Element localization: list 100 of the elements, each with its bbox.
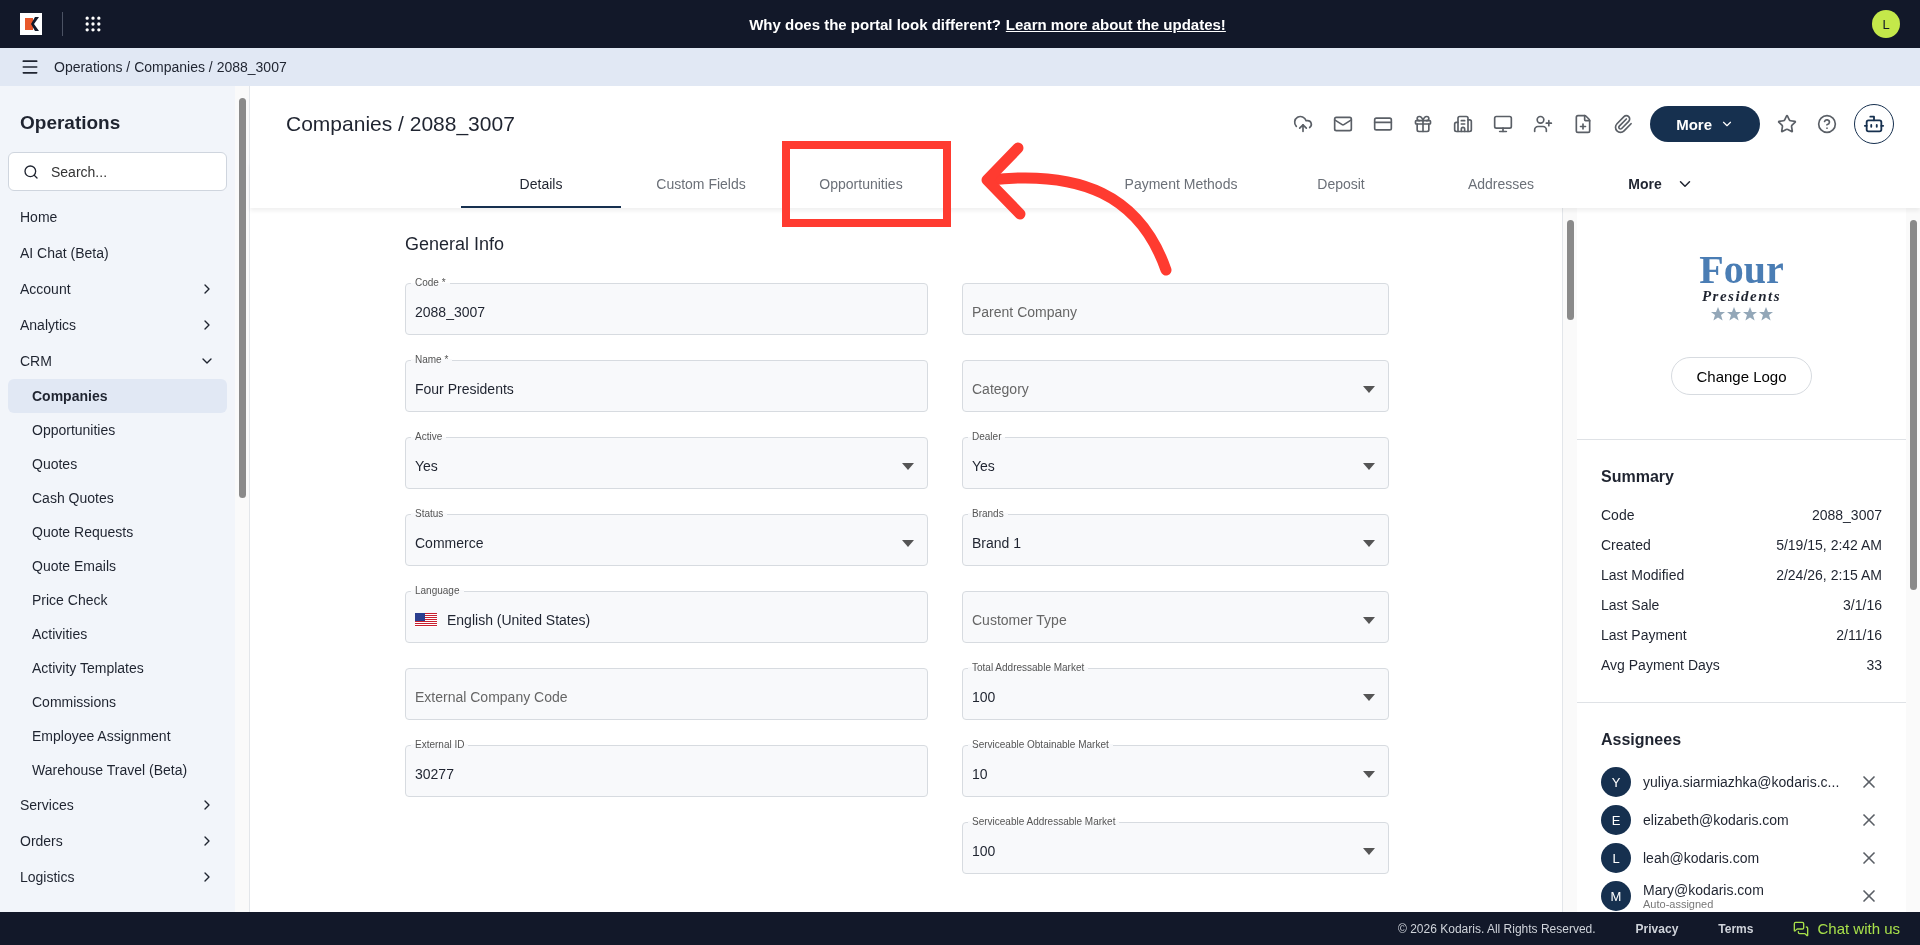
sidebar-subitem[interactable]: Cash Quotes — [8, 481, 227, 515]
more-button[interactable]: More — [1650, 106, 1760, 142]
select-field[interactable]: Customer Type — [962, 584, 1389, 643]
scrollbar[interactable] — [238, 98, 246, 498]
search-field[interactable]: Search... — [8, 152, 227, 191]
select-field[interactable]: Serviceable Obtainable Market 10 — [962, 738, 1389, 797]
announcement-link[interactable]: Learn more about the updates! — [1005, 15, 1226, 33]
input-field[interactable]: External Company Code — [405, 661, 928, 720]
assignee-email: elizabeth@kodaris.com — [1643, 812, 1790, 828]
sidebar-subitem[interactable]: Activity Templates — [8, 651, 227, 685]
select-field[interactable]: Active Yes — [405, 430, 928, 489]
section-title: Assignees — [1601, 731, 1683, 749]
summary-label: Code — [1601, 507, 1635, 523]
summary-label: Last Modified — [1601, 567, 1685, 583]
footer-link[interactable]: Privacy — [1635, 921, 1679, 936]
tab[interactable]: Custom Fields — [621, 162, 781, 208]
select-field[interactable]: Language English (United States) — [405, 584, 928, 643]
field-label: Serviceable Addressable Market — [968, 816, 1120, 827]
copyright-text: © 2026 Kodaris. All Rights Reserved. — [1398, 921, 1596, 936]
sidebar-subitem[interactable]: Commissions — [8, 685, 227, 719]
dropdown-caret-icon — [902, 462, 914, 470]
input-field[interactable]: Code * 2088_3007 — [405, 276, 928, 335]
search-icon — [23, 163, 39, 180]
section-title: Summary — [1601, 468, 1675, 486]
sidebar-subitem[interactable]: Warehouse Travel (Beta) — [8, 753, 227, 787]
logo-text: Four — [1699, 252, 1784, 288]
sidebar-item[interactable]: Home — [8, 199, 227, 235]
sidebar-subitem[interactable]: Quotes — [8, 447, 227, 481]
logo-icon[interactable] — [20, 13, 42, 35]
sidebar-subitem[interactable]: Quote Emails — [8, 549, 227, 583]
tab[interactable]: Addresses — [1421, 162, 1581, 208]
robot-icon[interactable] — [1854, 104, 1894, 144]
select-field[interactable]: Category — [962, 353, 1389, 412]
dropdown-caret-icon — [1363, 616, 1375, 624]
field-label: Total Addressable Market — [968, 662, 1089, 673]
dropdown-caret-icon — [1363, 539, 1375, 547]
announcement-text: Why does the portal look different? — [749, 15, 1001, 33]
summary-label: Last Sale — [1601, 597, 1660, 613]
field-label: Code * — [411, 277, 450, 288]
field-label: Status — [411, 508, 448, 519]
chat-icon — [1793, 920, 1810, 937]
sidebar-item[interactable]: Logistics — [8, 859, 227, 895]
select-field[interactable]: Total Addressable Market 100 — [962, 661, 1389, 720]
field-label: Active — [411, 431, 447, 442]
dropdown-caret-icon — [1363, 462, 1375, 470]
more-tab[interactable]: More — [1581, 162, 1741, 208]
logo-text: Presidents — [1701, 288, 1782, 305]
dropdown-caret-icon — [902, 539, 914, 547]
select-field[interactable]: Dealer Yes — [962, 430, 1389, 489]
tab[interactable]: Opportunities — [781, 162, 941, 208]
assignee-avatar: L — [1601, 843, 1631, 873]
summary-label: Created — [1601, 537, 1651, 553]
summary-label: Avg Payment Days — [1601, 657, 1720, 673]
page-title: Companies / 2088_3007 — [286, 112, 515, 136]
assignee-email: Mary@kodaris.com — [1643, 882, 1765, 898]
assignee-avatar: Y — [1601, 767, 1631, 797]
change-logo-button[interactable]: Change Logo — [1671, 357, 1812, 395]
sidebar-subitem[interactable]: Opportunities — [8, 413, 227, 447]
sidebar-item[interactable]: CRM — [8, 343, 227, 379]
sidebar-subitem[interactable]: Companies — [8, 379, 227, 413]
tab[interactable]: Deposit — [1261, 162, 1421, 208]
sidebar-item[interactable]: AI Chat (Beta) — [8, 235, 227, 271]
select-field[interactable]: Serviceable Addressable Market 100 — [962, 815, 1389, 874]
sidebar-subitem[interactable]: Employee Assignment — [8, 719, 227, 753]
field-label: Name * — [411, 354, 453, 365]
summary-value: 3/1/16 — [1843, 597, 1882, 613]
assignee-email: leah@kodaris.com — [1643, 850, 1761, 866]
sidebar-subitem[interactable]: Activities — [8, 617, 227, 651]
summary-value: 2088_3007 — [1811, 507, 1882, 523]
scrollbar[interactable] — [1909, 220, 1917, 590]
field-label: Brands — [968, 508, 1008, 519]
dropdown-caret-icon — [1363, 847, 1375, 855]
summary-value: 5/19/15, 2:42 AM — [1776, 537, 1882, 553]
footer-link[interactable]: Terms — [1718, 921, 1754, 936]
section-title: General Info — [405, 234, 506, 255]
input-field[interactable]: External ID 30277 — [405, 738, 928, 797]
sidebar-item[interactable]: Analytics — [8, 307, 227, 343]
dropdown-caret-icon — [1363, 770, 1375, 778]
select-field[interactable]: Brands Brand 1 — [962, 507, 1389, 566]
field-label: Language — [411, 585, 464, 596]
sidebar-subitem[interactable]: Price Check — [8, 583, 227, 617]
dropdown-caret-icon — [1363, 693, 1375, 701]
tab[interactable]: Details — [461, 162, 621, 208]
sidebar-subitem[interactable]: Quote Requests — [8, 515, 227, 549]
user-avatar[interactable]: L — [1872, 10, 1900, 38]
scrollbar[interactable] — [1566, 220, 1574, 320]
apps-grid-icon[interactable] — [83, 14, 103, 34]
summary-value: 2/11/16 — [1836, 627, 1882, 643]
sidebar-item[interactable]: Services — [8, 787, 227, 823]
flag-icon — [415, 613, 437, 627]
field-label: Dealer — [968, 431, 1006, 442]
sidebar-item[interactable]: Account — [8, 271, 227, 307]
input-field[interactable]: Parent Company — [962, 276, 1389, 335]
tab[interactable]: Payment Methods — [1101, 162, 1261, 208]
sidebar-item[interactable]: Orders — [8, 823, 227, 859]
menu-icon[interactable] — [20, 57, 40, 77]
summary-value: 33 — [1866, 657, 1882, 673]
select-field[interactable]: Status Commerce — [405, 507, 928, 566]
chat-link[interactable]: Chat with us — [1793, 920, 1900, 937]
input-field[interactable]: Name * Four Presidents — [405, 353, 928, 412]
